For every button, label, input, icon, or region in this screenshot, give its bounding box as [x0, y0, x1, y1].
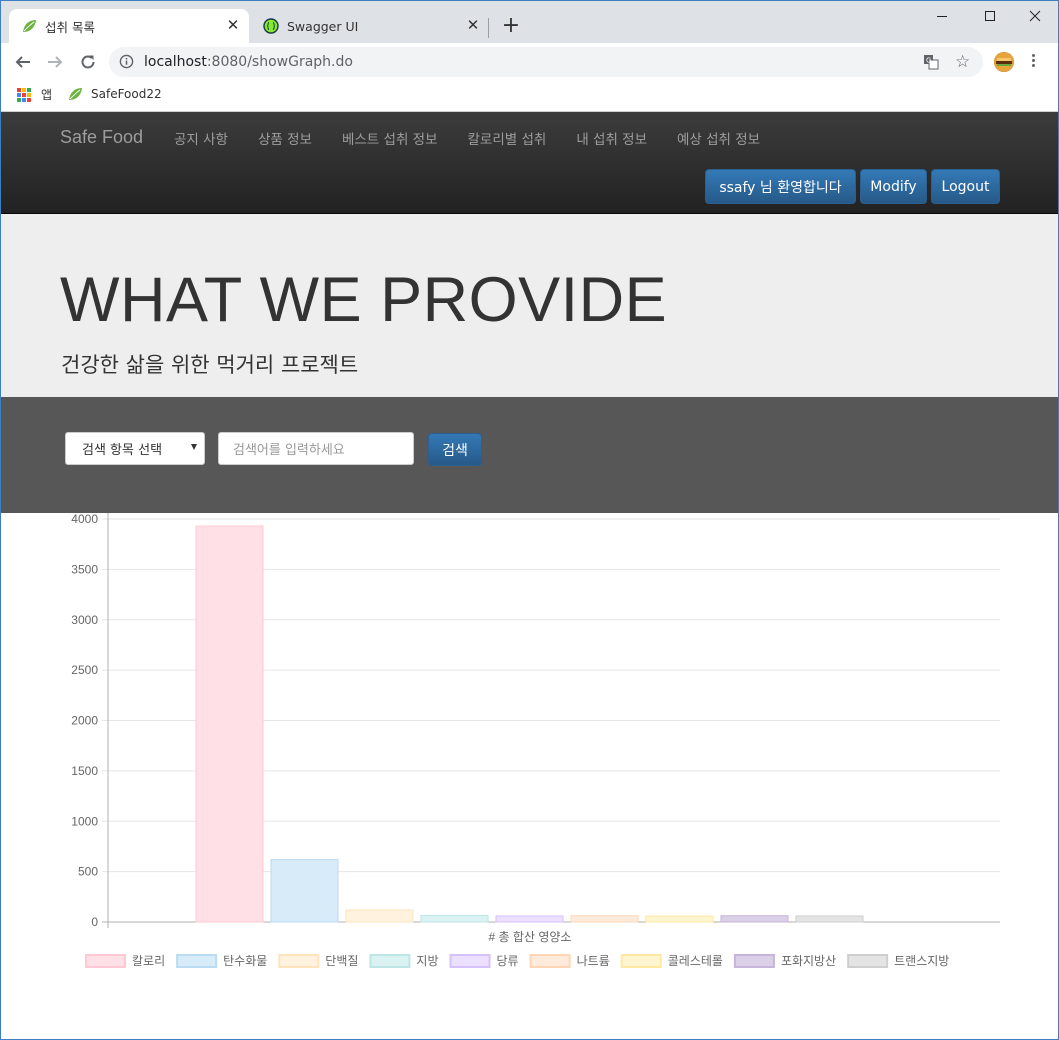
- y-tick-label: 3500: [71, 562, 98, 576]
- url-host: localhost: [144, 54, 207, 70]
- leaf-icon: [21, 18, 37, 34]
- legend-label: 콜레스테롤: [668, 954, 723, 968]
- legend-label: 지방: [416, 954, 438, 968]
- tab-separator: [488, 18, 489, 38]
- x-axis-label: # 총 합산 영양소: [489, 930, 572, 944]
- legend-swatch: [176, 954, 218, 968]
- nav-link-my-intake[interactable]: 내 섭취 정보: [561, 128, 662, 148]
- tab-strip: 섭취 목록 ✕ Swagger UI ✕ +: [1, 1, 1058, 43]
- nutrient-bar-chart: 0 500 1000 1500 2000 2500 3000 3500 4000 # 총 합산 영…: [71, 512, 1000, 968]
- tab-intake-list[interactable]: 섭취 목록 ✕: [9, 9, 249, 43]
- search-category-select[interactable]: 검색 항목 선택: [65, 432, 205, 465]
- bookmark-label: 앱: [41, 88, 53, 102]
- menu-kebab-icon[interactable]: [1032, 52, 1036, 72]
- bar-4: [420, 914, 489, 923]
- search-placeholder: 검색어를 입력하세요: [233, 443, 345, 458]
- site-navbar: Safe Food 공지 사항 상품 정보 베스트 섭취 정보 칼로리별 섭취 …: [1, 112, 1058, 214]
- translate-icon[interactable]: G: [923, 54, 939, 75]
- logout-button[interactable]: Logout: [931, 169, 1000, 204]
- bar-1: [195, 525, 264, 923]
- welcome-button[interactable]: ssafy 님 환영합니다: [705, 169, 856, 204]
- bar-7: [645, 915, 714, 923]
- legend-label: 칼로리: [132, 954, 165, 968]
- chevron-down-icon: [191, 444, 197, 450]
- nav-link-expected-intake[interactable]: 예상 섭취 정보: [662, 128, 775, 148]
- legend-swatch: [847, 954, 889, 968]
- y-tick-label: 1500: [71, 764, 98, 778]
- bar-2: [270, 859, 339, 923]
- forward-arrow-icon[interactable]: [43, 50, 67, 74]
- maximize-icon[interactable]: [967, 1, 1013, 31]
- legend-swatch: [733, 954, 775, 968]
- tab-title: Swagger UI: [287, 18, 359, 34]
- nav-link-notice[interactable]: 공지 사항: [159, 128, 243, 148]
- back-arrow-icon[interactable]: [11, 50, 35, 74]
- y-tick-label: 4000: [71, 512, 98, 526]
- svg-text:G: G: [926, 57, 931, 65]
- address-bar[interactable]: localhost:8080/showGraph.do G ☆: [109, 47, 983, 77]
- legend-label: 탄수화물: [223, 954, 267, 968]
- nav-links: 공지 사항 상품 정보 베스트 섭취 정보 칼로리별 섭취 내 섭취 정보 예상…: [159, 128, 775, 148]
- new-tab-icon[interactable]: +: [499, 15, 523, 39]
- close-icon[interactable]: ✕: [465, 18, 481, 34]
- tab-title: 섭취 목록: [45, 19, 95, 35]
- search-button[interactable]: 검색: [428, 433, 482, 466]
- bookmark-star-icon[interactable]: ☆: [955, 52, 970, 72]
- legend-label: 단백질: [325, 954, 358, 968]
- legend-label: 나트륨: [577, 954, 610, 968]
- url-text: localhost:8080/showGraph.do: [144, 54, 353, 70]
- y-tick-label: 2500: [71, 663, 98, 677]
- bar-9: [795, 915, 864, 923]
- reload-icon[interactable]: [76, 50, 100, 74]
- y-tick-label: 3000: [71, 613, 98, 627]
- bar-6: [570, 915, 639, 923]
- search-input[interactable]: 검색어를 입력하세요: [218, 432, 414, 465]
- nav-link-products[interactable]: 상품 정보: [243, 128, 327, 148]
- info-icon[interactable]: [119, 54, 134, 74]
- nav-link-calorie-intake[interactable]: 칼로리별 섭취: [453, 128, 562, 148]
- y-tick-label: 500: [78, 865, 98, 879]
- legend-label: 포화지방산: [781, 954, 836, 968]
- bookmarks-bar: 앱 SafeFood22: [1, 81, 1058, 112]
- y-tick-label: 1000: [71, 814, 98, 828]
- search-panel: 검색 항목 선택 검색어를 입력하세요 검색: [1, 397, 1058, 513]
- browser-toolbar: localhost:8080/showGraph.do G ☆: [1, 43, 1058, 81]
- swagger-icon: [263, 18, 279, 34]
- leaf-icon: [67, 86, 83, 102]
- legend-swatch: [278, 954, 320, 968]
- url-path: :8080/showGraph.do: [206, 54, 353, 70]
- apps-grid-icon: [17, 87, 31, 102]
- jumbotron: WHAT WE PROVIDE 건강한 삶을 위한 먹거리 프로젝트: [1, 214, 1058, 397]
- select-value: 검색 항목 선택: [82, 443, 163, 458]
- bar-8: [720, 915, 789, 923]
- bookmark-safefood[interactable]: SafeFood22: [67, 86, 162, 102]
- legend-swatch: [620, 954, 662, 968]
- tab-swagger[interactable]: Swagger UI ✕: [251, 9, 489, 43]
- brand-link[interactable]: Safe Food: [60, 127, 143, 148]
- legend-swatch: [85, 954, 126, 968]
- page-title: WHAT WE PROVIDE: [60, 265, 668, 335]
- close-icon[interactable]: ✕: [225, 18, 241, 34]
- legend-swatch: [369, 954, 411, 968]
- legend-swatch: [529, 954, 571, 968]
- legend-swatch: [449, 954, 491, 968]
- browser-window: 섭취 목록 ✕ Swagger UI ✕ + localhost:8080/sh…: [0, 0, 1059, 1040]
- modify-button[interactable]: Modify: [860, 169, 927, 204]
- bar-5: [495, 915, 564, 923]
- minimize-icon[interactable]: [919, 1, 965, 31]
- legend-label: 트랜스지방: [894, 954, 949, 968]
- profile-avatar[interactable]: [994, 52, 1014, 72]
- legend-label: 당류: [497, 954, 519, 968]
- nav-link-best-intake[interactable]: 베스트 섭취 정보: [327, 128, 453, 148]
- page-subtitle: 건강한 삶을 위한 먹거리 프로젝트: [61, 353, 359, 377]
- window-close-icon[interactable]: [1012, 1, 1058, 31]
- bar-3: [345, 909, 414, 923]
- bookmark-label: SafeFood22: [91, 87, 162, 101]
- y-tick-label: 2000: [71, 714, 98, 728]
- y-tick-label: 0: [91, 915, 98, 929]
- bookmark-apps[interactable]: 앱: [17, 86, 52, 103]
